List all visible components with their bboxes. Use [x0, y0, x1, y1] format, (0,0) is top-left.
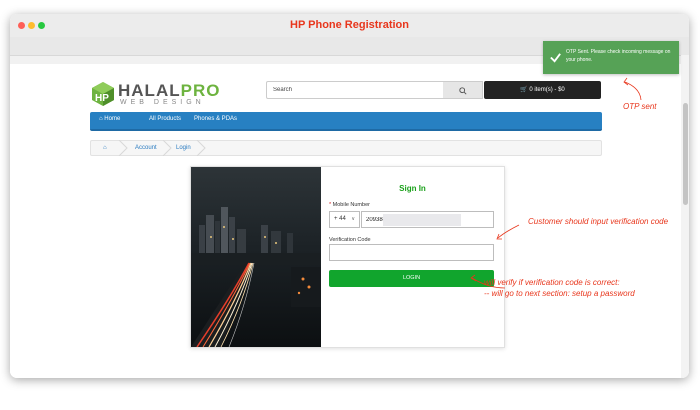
breadcrumb-home-icon[interactable]: ⌂	[103, 145, 107, 151]
nav-item-home[interactable]: ⌂ Home	[99, 116, 120, 122]
window-titlebar: HP Phone Registration	[10, 14, 689, 37]
breadcrumb-separator-icon	[162, 140, 172, 156]
breadcrumb: ⌂ Account Login	[90, 140, 602, 156]
nav-item-phones-pdas[interactable]: Phones & PDAs	[194, 116, 237, 122]
mobile-number-label: * Mobile Number	[329, 202, 370, 208]
verification-code-input[interactable]	[329, 244, 494, 261]
annotation-verify-line1: will verify if verification code is corr…	[484, 278, 620, 287]
toast-message: OTP Sent. Please check incoming message …	[566, 49, 671, 63]
verification-code-label: Verification Code	[329, 237, 371, 243]
redacted-phone-digits	[383, 214, 461, 226]
svg-text:HP: HP	[95, 93, 109, 104]
breadcrumb-login[interactable]: Login	[176, 145, 191, 151]
sign-in-title: Sign In	[399, 184, 426, 193]
site-logo-subtitle: WEB DESIGN	[120, 99, 205, 106]
site-logo-text[interactable]: HALALPRO	[118, 81, 220, 101]
search-icon	[458, 87, 467, 95]
breadcrumb-separator-icon	[118, 140, 128, 156]
cart-button[interactable]: 🛒 0 item(s) - $0	[484, 81, 601, 99]
checkmark-icon	[550, 53, 561, 63]
otp-sent-toast: OTP Sent. Please check incoming message …	[543, 41, 679, 74]
login-card: Sign In * Mobile Number + 44∨ Verificati…	[190, 166, 505, 348]
city-night-photo	[191, 167, 321, 347]
chevron-down-icon: ∨	[351, 216, 355, 222]
nav-item-all-products[interactable]: All Products	[149, 116, 181, 122]
annotation-otp-sent: OTP sent	[623, 102, 657, 111]
page-scrollbar[interactable]	[681, 55, 689, 378]
home-icon: ⌂	[99, 116, 103, 122]
breadcrumb-account[interactable]: Account	[135, 145, 157, 151]
country-code-select[interactable]: + 44 ∨	[329, 211, 360, 228]
login-button[interactable]: LOGIN	[329, 270, 494, 287]
search-button[interactable]	[443, 81, 483, 99]
breadcrumb-separator-icon	[196, 140, 206, 156]
window-title: HP Phone Registration	[290, 19, 409, 31]
cart-icon: 🛒	[520, 87, 528, 93]
main-navbar: ⌂ Home All Products Phones & PDAs	[90, 112, 602, 131]
halalpro-logo-icon: HP	[92, 82, 114, 106]
annotation-verify-line2: -- will go to next section: setup a pass…	[484, 289, 635, 298]
search-input[interactable]	[266, 81, 444, 99]
annotation-customer-input: Customer should input verification code	[528, 217, 669, 226]
scrollbar-thumb[interactable]	[683, 103, 688, 205]
cart-label: 0 item(s) - $0	[529, 87, 565, 93]
sign-in-form: Sign In * Mobile Number + 44∨ Verificati…	[329, 167, 496, 347]
